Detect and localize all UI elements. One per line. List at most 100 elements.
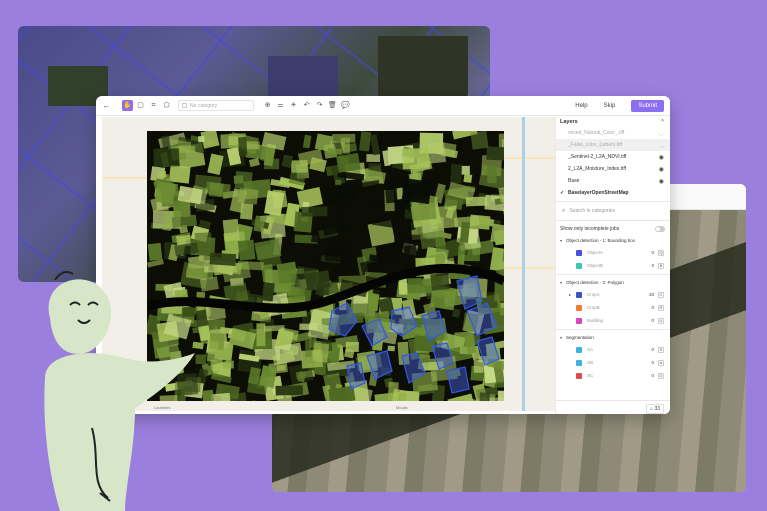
field-parcel bbox=[345, 341, 360, 352]
field-parcel bbox=[276, 365, 286, 371]
category-item[interactable]: SB 0 A bbox=[556, 356, 670, 369]
field-parcel bbox=[461, 165, 470, 175]
category-item[interactable]: SA 0 S bbox=[556, 343, 670, 356]
incomplete-jobs-row: Show only incomplete jobs bbox=[556, 223, 670, 235]
field-parcel bbox=[194, 232, 212, 243]
shortcut-key: C bbox=[658, 291, 664, 298]
field-parcel bbox=[334, 179, 342, 186]
visibility-eye-icon[interactable]: ◉ bbox=[659, 178, 664, 185]
chevron-right-icon[interactable]: ▸ bbox=[569, 292, 571, 297]
category-group[interactable]: ▾ Segmentation bbox=[556, 332, 670, 343]
category-color-swatch bbox=[576, 346, 582, 353]
category-item[interactable]: Building 0 U bbox=[556, 314, 670, 327]
field-parcel bbox=[237, 261, 264, 271]
field-parcel bbox=[433, 183, 446, 204]
shortcut-key: Q bbox=[658, 249, 664, 256]
category-color-swatch bbox=[576, 372, 582, 379]
comment-icon[interactable]: 💬 bbox=[340, 100, 351, 111]
category-color-swatch bbox=[576, 359, 582, 366]
shortcut-key: B bbox=[658, 262, 664, 269]
field-parcel bbox=[486, 146, 504, 161]
field-parcel bbox=[154, 181, 176, 205]
road bbox=[504, 157, 555, 159]
category-search-input[interactable]: ⌕ Search in categories bbox=[556, 204, 670, 218]
field-parcel bbox=[222, 218, 240, 242]
category-group[interactable]: ▾ Object detection - 1: Bounding box bbox=[556, 235, 670, 246]
polygon-tool-icon[interactable]: ⬠ bbox=[161, 100, 172, 111]
field-parcel bbox=[296, 186, 323, 209]
category-item[interactable]: ObjectA 0 Q bbox=[556, 246, 670, 259]
crop-tool-icon[interactable]: ⌗ bbox=[148, 100, 159, 111]
field-parcel bbox=[366, 154, 381, 163]
field-parcel bbox=[178, 145, 196, 153]
river bbox=[522, 117, 525, 411]
place-label: Moulin bbox=[396, 405, 408, 410]
layer-row[interactable]: mixed_Natural_Color_.tiff ◡ bbox=[556, 127, 670, 139]
polygon-annotation[interactable] bbox=[446, 366, 470, 394]
visibility-eye-icon[interactable]: ◡ bbox=[659, 130, 664, 137]
layer-row[interactable]: 2_L2A_Moisture_Index.tiff ◉ bbox=[556, 163, 670, 175]
field-parcel bbox=[369, 134, 381, 156]
submit-button[interactable]: Submit bbox=[631, 100, 664, 112]
check-icon: ✓ bbox=[560, 190, 565, 196]
field-parcel bbox=[450, 164, 463, 184]
base-layer-row[interactable]: ✓ BaselayerOpenStreetMap bbox=[556, 187, 670, 199]
redo-icon[interactable]: ↷ bbox=[314, 100, 325, 111]
road bbox=[504, 267, 555, 269]
layers-title: Layers ^ bbox=[560, 119, 664, 125]
help-button[interactable]: Help bbox=[575, 103, 587, 109]
chevron-down-icon: ▾ bbox=[560, 238, 563, 243]
road bbox=[102, 177, 147, 179]
adjust-icon[interactable]: ⚌ bbox=[275, 100, 286, 111]
field-parcel bbox=[392, 235, 412, 254]
back-arrow-icon[interactable]: ← bbox=[101, 100, 112, 111]
field-parcel bbox=[479, 392, 490, 401]
field-parcel bbox=[470, 131, 489, 150]
field-parcel bbox=[304, 339, 312, 358]
hand-tool-icon[interactable]: ✋ bbox=[122, 100, 133, 111]
collapse-icon[interactable]: ^ bbox=[661, 119, 664, 125]
toolbar: ← ✋ ▢ ⌗ ⬠ No category ⊕ ⚌ ☀ ↶ ↷ 🗑 💬 Help… bbox=[96, 96, 670, 116]
field-parcel bbox=[248, 157, 260, 168]
field-parcel bbox=[312, 342, 330, 363]
chevron-down-icon: ▾ bbox=[560, 280, 563, 285]
field-parcel bbox=[331, 133, 356, 143]
category-item[interactable]: ObjectB 0 B bbox=[556, 259, 670, 272]
search-icon: ⌕ bbox=[562, 207, 566, 214]
field-parcel bbox=[302, 134, 312, 149]
category-placeholder: No category bbox=[190, 102, 217, 109]
undo-icon[interactable]: ↶ bbox=[301, 100, 312, 111]
field-parcel bbox=[240, 203, 254, 220]
field-parcel bbox=[197, 135, 205, 143]
visibility-eye-icon[interactable]: ◉ bbox=[659, 154, 664, 161]
field-parcel bbox=[384, 181, 398, 204]
category-item[interactable]: ▸ CropA 33 C bbox=[556, 288, 670, 301]
shortcut-key: U bbox=[658, 317, 664, 324]
field-parcel bbox=[158, 170, 167, 179]
category-select[interactable]: No category bbox=[178, 100, 254, 111]
visibility-eye-icon[interactable]: ◉ bbox=[659, 166, 664, 173]
field-parcel bbox=[473, 359, 484, 373]
field-parcel bbox=[430, 272, 450, 291]
category-item[interactable]: SC 0 D bbox=[556, 369, 670, 382]
layer-row[interactable]: _Sentinel-2_L2A_NDVI.tiff ◉ bbox=[556, 151, 670, 163]
delete-icon[interactable]: 🗑 bbox=[327, 100, 338, 111]
zoom-icon[interactable]: ⊕ bbox=[262, 100, 273, 111]
field-parcel bbox=[369, 199, 386, 208]
field-parcel bbox=[497, 390, 504, 401]
layer-row[interactable]: _False_color_(urban).tiff ◡ bbox=[556, 139, 670, 151]
shortcut-key: S bbox=[658, 346, 664, 353]
incomplete-jobs-toggle[interactable] bbox=[655, 226, 665, 232]
field-parcel bbox=[263, 324, 285, 332]
field-parcel bbox=[261, 264, 274, 283]
brightness-icon[interactable]: ☀ bbox=[288, 100, 299, 111]
skip-button[interactable]: Skip bbox=[604, 103, 616, 109]
base-group-row: Base ◉ bbox=[556, 175, 670, 187]
category-item[interactable]: CropB 0 R bbox=[556, 301, 670, 314]
category-color-swatch bbox=[576, 291, 582, 298]
bounding-box-tool-icon[interactable]: ▢ bbox=[135, 100, 146, 111]
category-group[interactable]: ▾ Object detection - 2: Polygon bbox=[556, 277, 670, 288]
mascot-body bbox=[44, 353, 195, 511]
visibility-eye-icon[interactable]: ◡ bbox=[659, 142, 664, 149]
shortcut-key: D bbox=[658, 372, 664, 379]
